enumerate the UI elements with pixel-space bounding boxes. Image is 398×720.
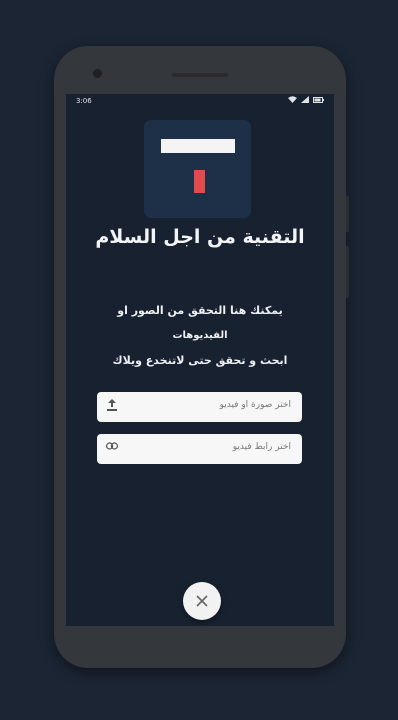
upload-icon bbox=[106, 399, 118, 413]
close-button[interactable] bbox=[183, 582, 221, 620]
logo-red-bar bbox=[194, 170, 205, 193]
battery-icon bbox=[313, 96, 324, 106]
status-bar: 3:06 bbox=[66, 94, 334, 108]
wifi-icon bbox=[288, 96, 297, 106]
close-icon bbox=[196, 590, 208, 611]
status-icons bbox=[288, 96, 324, 106]
app-title: التقنية من اجل السلام bbox=[95, 226, 305, 248]
signal-icon bbox=[301, 96, 309, 106]
select-video-link-label: اختر رابط فيديو bbox=[232, 442, 291, 452]
earpiece-speaker bbox=[172, 73, 228, 77]
volume-button bbox=[346, 246, 349, 298]
select-image-or-video-field[interactable]: اختر صورة او فيديو bbox=[97, 392, 302, 422]
description-line-1: يمكنك هنا التحقق من الصور او bbox=[117, 304, 283, 317]
logo-white-bar bbox=[161, 139, 235, 153]
description-line-3: ابحث و تحقق حتى لاتنخدع ويلاك bbox=[112, 354, 288, 367]
select-image-or-video-label: اختر صورة او فيديو bbox=[219, 400, 291, 410]
phone-frame: 3:06 التقنية من اجل السلام يمكنك هنا الت… bbox=[54, 46, 349, 668]
link-icon bbox=[106, 441, 119, 455]
status-time: 3:06 bbox=[76, 97, 92, 105]
select-video-link-field[interactable]: اختر رابط فيديو bbox=[97, 434, 302, 464]
app-logo bbox=[144, 120, 251, 218]
description-line-2: الفيديوهات bbox=[172, 330, 228, 341]
power-button bbox=[346, 196, 349, 232]
app-screen: 3:06 التقنية من اجل السلام يمكنك هنا الت… bbox=[66, 94, 334, 626]
front-camera bbox=[93, 69, 102, 78]
